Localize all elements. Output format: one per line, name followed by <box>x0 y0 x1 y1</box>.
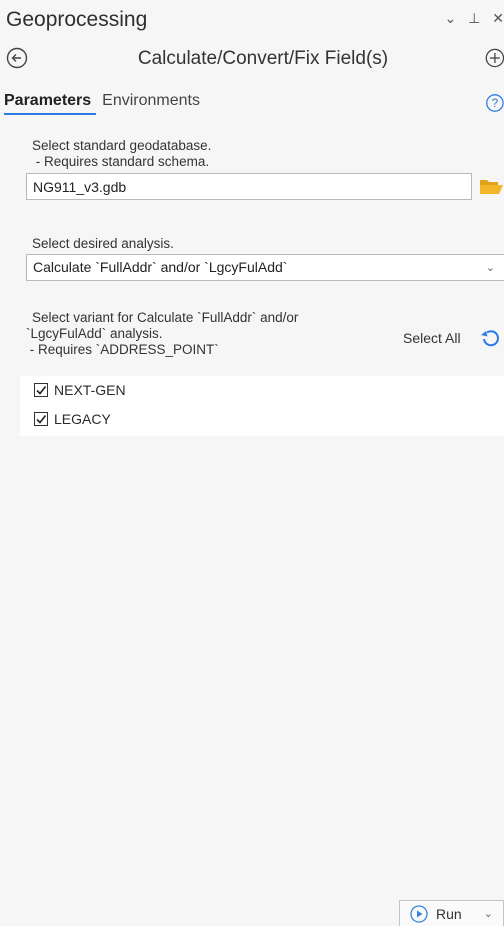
variant-checklist: NEXT-GEN LEGACY <box>20 376 504 436</box>
checkbox[interactable] <box>34 383 48 397</box>
gdb-input[interactable] <box>26 173 472 200</box>
analysis-label: Select desired analysis. <box>32 236 174 251</box>
checkbox[interactable] <box>34 412 48 426</box>
pane-title: Geoprocessing <box>6 8 148 31</box>
analysis-select-value: Calculate `FullAddr` and/or `LgcyFulAdd` <box>33 259 288 275</box>
chevron-down-icon: ⌄ <box>485 262 495 274</box>
check-icon <box>36 386 47 395</box>
checkbox-item-legacy[interactable]: LEGACY <box>34 411 111 427</box>
close-icon[interactable]: ✕ <box>492 10 504 26</box>
checkbox-item-next-gen[interactable]: NEXT-GEN <box>34 382 126 398</box>
play-icon <box>410 904 428 923</box>
chevron-down-icon[interactable]: ⌄ <box>484 907 493 920</box>
variant-label: Select variant for Calculate `FullAddr` … <box>32 310 299 325</box>
pin-icon[interactable]: ⊥ <box>468 10 480 26</box>
tab-environments[interactable]: Environments <box>102 92 205 113</box>
add-icon[interactable] <box>484 47 504 69</box>
run-button[interactable]: Run ⌄ <box>399 900 504 926</box>
variant-label-line2: `LgcyFulAdd` analysis. <box>26 326 163 341</box>
checkbox-label: NEXT-GEN <box>54 382 126 398</box>
pane-controls: ⌄ ⊥ ✕ <box>437 10 504 27</box>
checkbox-label: LEGACY <box>54 411 111 427</box>
tab-bar: Parameters Environments <box>4 92 211 115</box>
folder-icon[interactable] <box>479 176 504 196</box>
svg-text:?: ? <box>492 96 499 110</box>
tab-parameters[interactable]: Parameters <box>4 92 97 115</box>
variant-requirement-label: - Requires `ADDRESS_POINT` <box>26 342 219 357</box>
dropdown-icon[interactable]: ⌄ <box>445 10 457 26</box>
help-icon[interactable]: ? <box>484 92 504 114</box>
check-icon <box>36 415 47 424</box>
gdb-requirement-label: - Requires standard schema. <box>32 154 210 169</box>
tool-title: Calculate/Convert/Fix Field(s) <box>137 48 389 69</box>
gdb-label: Select standard geodatabase. <box>32 138 212 153</box>
reset-icon[interactable] <box>478 327 502 349</box>
run-label: Run <box>436 905 462 922</box>
select-all-button[interactable]: Select All <box>403 330 461 346</box>
analysis-select[interactable]: Calculate `FullAddr` and/or `LgcyFulAdd`… <box>26 254 504 281</box>
